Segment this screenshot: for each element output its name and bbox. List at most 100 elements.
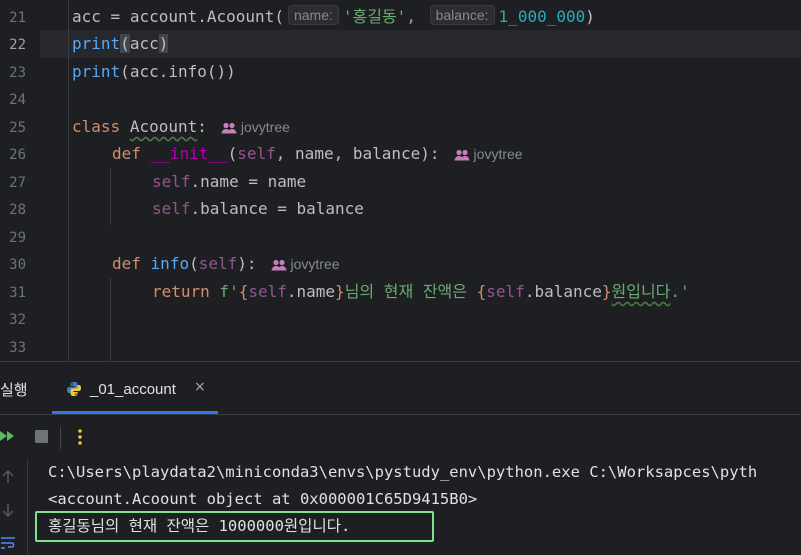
self-keyword: self	[198, 254, 238, 273]
run-toolbar	[0, 414, 801, 458]
string-literal: 님의 현재 잔액은	[344, 282, 477, 301]
code-author-hint[interactable]: jovytree	[221, 119, 290, 135]
self-keyword: self	[237, 144, 276, 163]
fstring-brace: {	[238, 282, 249, 301]
code-author-hint[interactable]: jovytree	[271, 256, 340, 272]
line-number: 32	[9, 312, 26, 328]
author-name: jovytree	[290, 256, 340, 272]
self-keyword: self	[152, 172, 191, 191]
code-token: (	[227, 144, 238, 163]
code-token: =	[100, 7, 130, 26]
run-panel-header: 실행 _01_account ×	[0, 362, 801, 414]
author-name: jovytree	[473, 146, 523, 162]
people-icon	[454, 149, 470, 161]
code-line-28[interactable]: self.balance = balance	[152, 195, 364, 223]
fstring-brace: {	[476, 282, 487, 301]
line-number: 28	[9, 202, 26, 218]
self-keyword: self	[152, 199, 191, 218]
people-icon	[221, 122, 237, 134]
output-highlight-box	[35, 511, 434, 542]
code-token: acc	[72, 7, 101, 26]
soft-wrap-icon[interactable]	[0, 535, 16, 555]
code-line-21[interactable]: acc = account.Acoount(name: '홍길동', balanc…	[72, 3, 595, 31]
rerun-icon[interactable]	[0, 427, 18, 449]
code-token: (	[120, 62, 130, 81]
code-token: acc	[129, 34, 159, 53]
scroll-up-icon[interactable]	[0, 469, 16, 489]
code-token: info	[168, 62, 207, 81]
python-icon	[66, 381, 82, 401]
author-name: jovytree	[240, 119, 290, 135]
close-tab-icon[interactable]: ×	[194, 379, 206, 395]
number-literal: 1_000_000	[498, 7, 586, 26]
line-number: 26	[9, 147, 26, 163]
run-panel-title: 실행	[0, 382, 28, 399]
code-token: )	[226, 62, 236, 81]
code-token: (	[274, 7, 284, 26]
matched-paren: (	[120, 34, 130, 53]
code-token: ):	[237, 254, 257, 273]
fstring-brace: }	[335, 282, 345, 301]
class-name: Acoount	[129, 117, 198, 136]
line-number: 23	[9, 65, 26, 81]
scroll-down-icon[interactable]	[0, 502, 16, 522]
run-tab[interactable]: _01_account ×	[52, 362, 218, 414]
toolbar-separator	[60, 427, 61, 449]
line-number: 27	[9, 175, 26, 191]
code-line-30[interactable]: def info(self): jovytree	[112, 250, 340, 278]
code-token: .name = name	[190, 172, 307, 191]
line-number: 24	[9, 92, 26, 108]
code-token: ()	[206, 62, 227, 81]
code-token: , name, balance	[275, 144, 421, 163]
run-tab-label: _01_account	[90, 381, 176, 398]
method-name: __init__	[150, 144, 228, 163]
keyword: return	[152, 282, 210, 301]
line-number-gutter[interactable]: 21 22 23 24 25 26 27 28 29 30 31 32 33	[0, 0, 40, 361]
code-author-hint[interactable]: jovytree	[454, 146, 523, 162]
code-token: (	[189, 254, 199, 273]
method-name: info	[150, 254, 190, 273]
indent-guide	[110, 278, 111, 361]
code-token: )	[585, 7, 595, 26]
more-options-icon[interactable]	[74, 427, 86, 451]
code-token: :	[197, 117, 207, 136]
indent-guide	[68, 0, 69, 361]
builtin-function: print	[72, 62, 121, 81]
line-number: 30	[9, 257, 26, 273]
line-number: 29	[9, 230, 26, 246]
code-line-27[interactable]: self.name = name	[152, 168, 306, 196]
code-token: .balance = balance	[190, 199, 364, 218]
builtin-function: print	[72, 34, 121, 53]
string-literal: f'	[209, 282, 239, 301]
self-keyword: self	[248, 282, 287, 301]
console-side-toolbar	[0, 459, 28, 555]
code-token: .	[197, 7, 207, 26]
stop-icon[interactable]	[33, 427, 51, 449]
fstring-brace: }	[601, 282, 612, 301]
code-line-26[interactable]: def __init__(self, name, balance): jovytr…	[112, 140, 523, 168]
string-literal: .'	[670, 282, 690, 301]
people-icon	[271, 259, 287, 271]
keyword: def	[112, 144, 141, 163]
code-token: account	[129, 7, 198, 26]
parameter-name-hint: name:	[287, 5, 339, 25]
keyword: def	[112, 254, 141, 273]
line-number: 33	[9, 340, 26, 356]
code-line-22[interactable]: print(acc)	[72, 30, 169, 58]
self-keyword: self	[486, 282, 525, 301]
keyword: class	[72, 117, 121, 136]
console-line: <account.Acoount object at 0x000001C65D9…	[48, 490, 478, 508]
line-number: 31	[9, 285, 26, 301]
code-line-23[interactable]: print(acc.info())	[72, 58, 236, 86]
line-number: 21	[9, 10, 26, 26]
code-editor[interactable]: 21 22 23 24 25 26 27 28 29 30 31 32 33 a…	[0, 0, 801, 361]
code-line-31[interactable]: return f'{self.name}님의 현재 잔액은 {self.bala…	[152, 278, 690, 306]
code-token: acc	[129, 62, 159, 81]
line-number: 22	[9, 37, 26, 53]
code-token: ,	[406, 7, 416, 26]
code-line-25[interactable]: class Acoount: jovytree	[72, 113, 290, 141]
string-literal-typo: 원입니다	[611, 282, 671, 301]
code-token: Acoount	[206, 7, 275, 26]
matched-paren: )	[158, 34, 169, 53]
code-token: .name	[286, 282, 336, 301]
